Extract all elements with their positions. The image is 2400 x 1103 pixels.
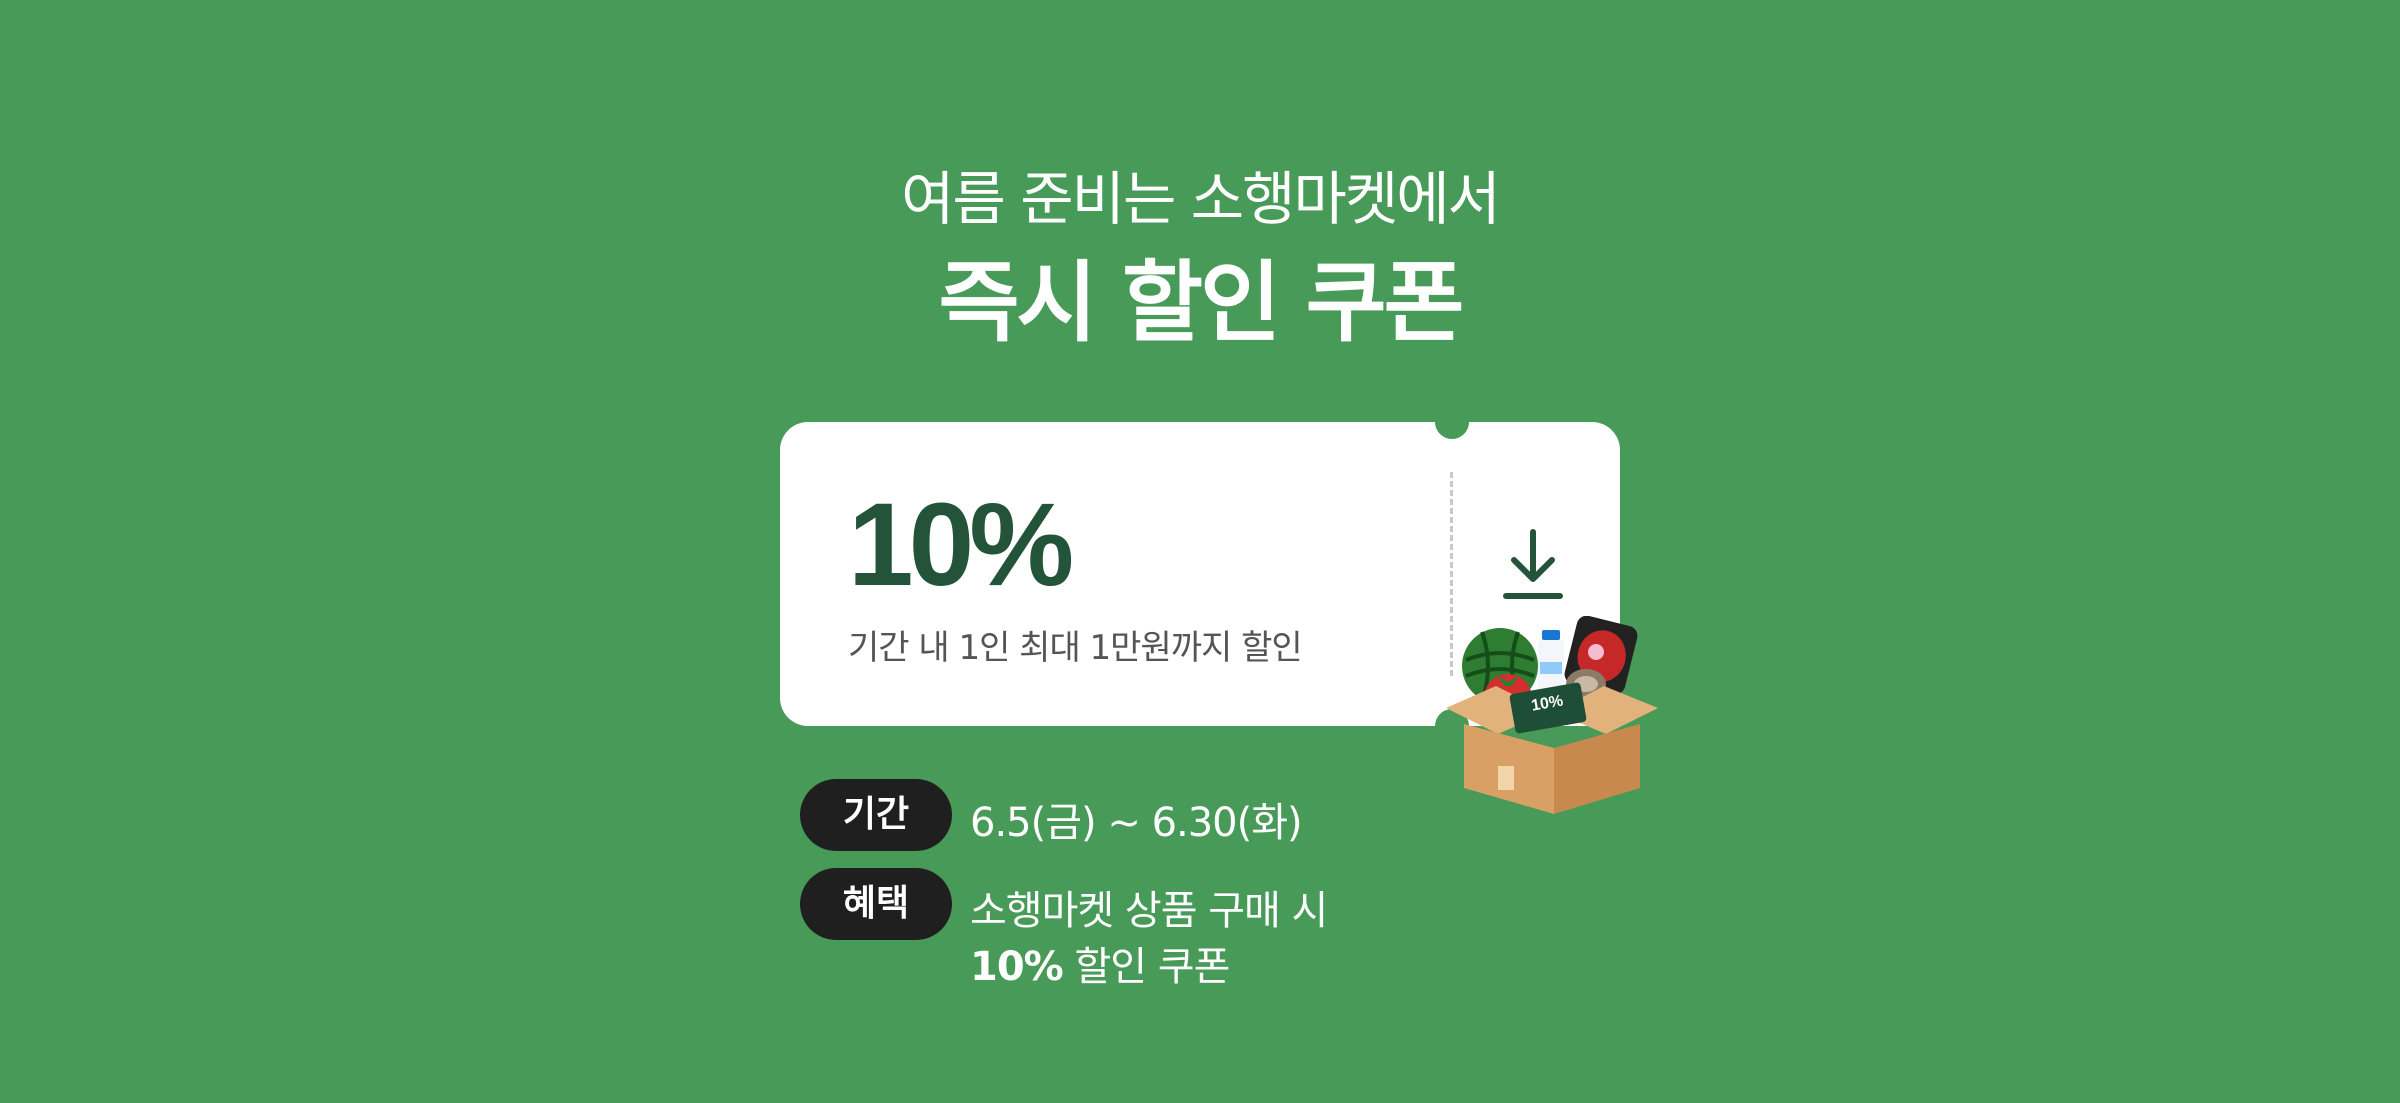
coupon-notch-top <box>1435 405 1469 439</box>
benefit-label-badge: 혜택 <box>800 868 952 940</box>
coupon-discount-value: 10% <box>848 479 1074 611</box>
benefit-discount-strong: 10% <box>970 944 1064 990</box>
coupon-description: 기간 내 1인 최대 1만원까지 할인 <box>848 628 1303 668</box>
period-value: 6.5(금) ~ 6.30(화) <box>970 800 1303 846</box>
benefit-line-2-rest: 할인 쿠폰 <box>1062 944 1230 990</box>
benefit-line-1: 소행마켓 상품 구매 시 <box>970 888 1328 934</box>
download-icon[interactable] <box>1492 522 1574 604</box>
grocery-box-illustration: 10% <box>1436 615 1666 816</box>
period-label-badge: 기간 <box>800 779 952 851</box>
benefit-line-2: 10% 할인 쿠폰 <box>970 934 1230 992</box>
event-title: 즉시 할인 쿠폰 <box>938 251 1464 354</box>
event-subtitle: 여름 준비는 소행마켓에서 <box>901 165 1501 233</box>
